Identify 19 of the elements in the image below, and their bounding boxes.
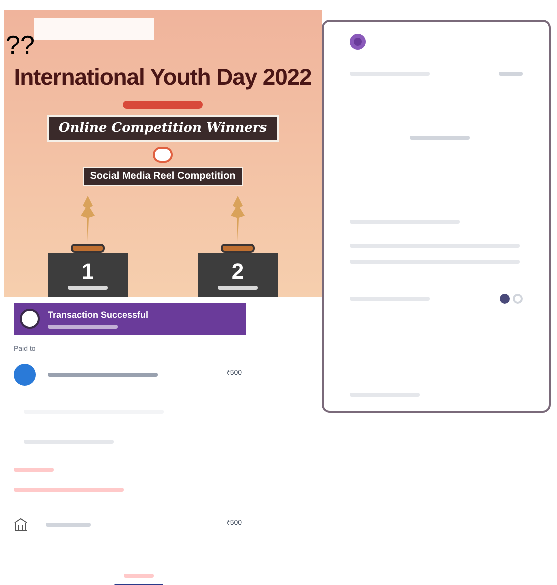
- question-marks: ??: [6, 32, 35, 58]
- rank-number: 1: [82, 260, 94, 282]
- blurred-text: [48, 324, 118, 329]
- blurred-text: [124, 574, 154, 578]
- logo-icon: [20, 309, 40, 329]
- transaction-status: Transaction Successful: [48, 309, 149, 322]
- bank-icon: [14, 518, 28, 532]
- logo-icon: [350, 34, 366, 50]
- poster-title: International Youth Day 2022: [14, 63, 312, 92]
- category-banner: Social Media Reel Competition: [83, 167, 243, 186]
- blurred-text: [499, 72, 523, 76]
- blurred-text: [68, 286, 108, 290]
- blurred-text: [218, 286, 258, 290]
- blurred-text: [410, 136, 470, 140]
- winners-banner: Online Competition Winners: [46, 114, 280, 142]
- blurred-text: [14, 468, 54, 472]
- blurred-text: [46, 522, 91, 526]
- rank-number: 2: [232, 260, 244, 282]
- avatar-icon: [14, 364, 36, 386]
